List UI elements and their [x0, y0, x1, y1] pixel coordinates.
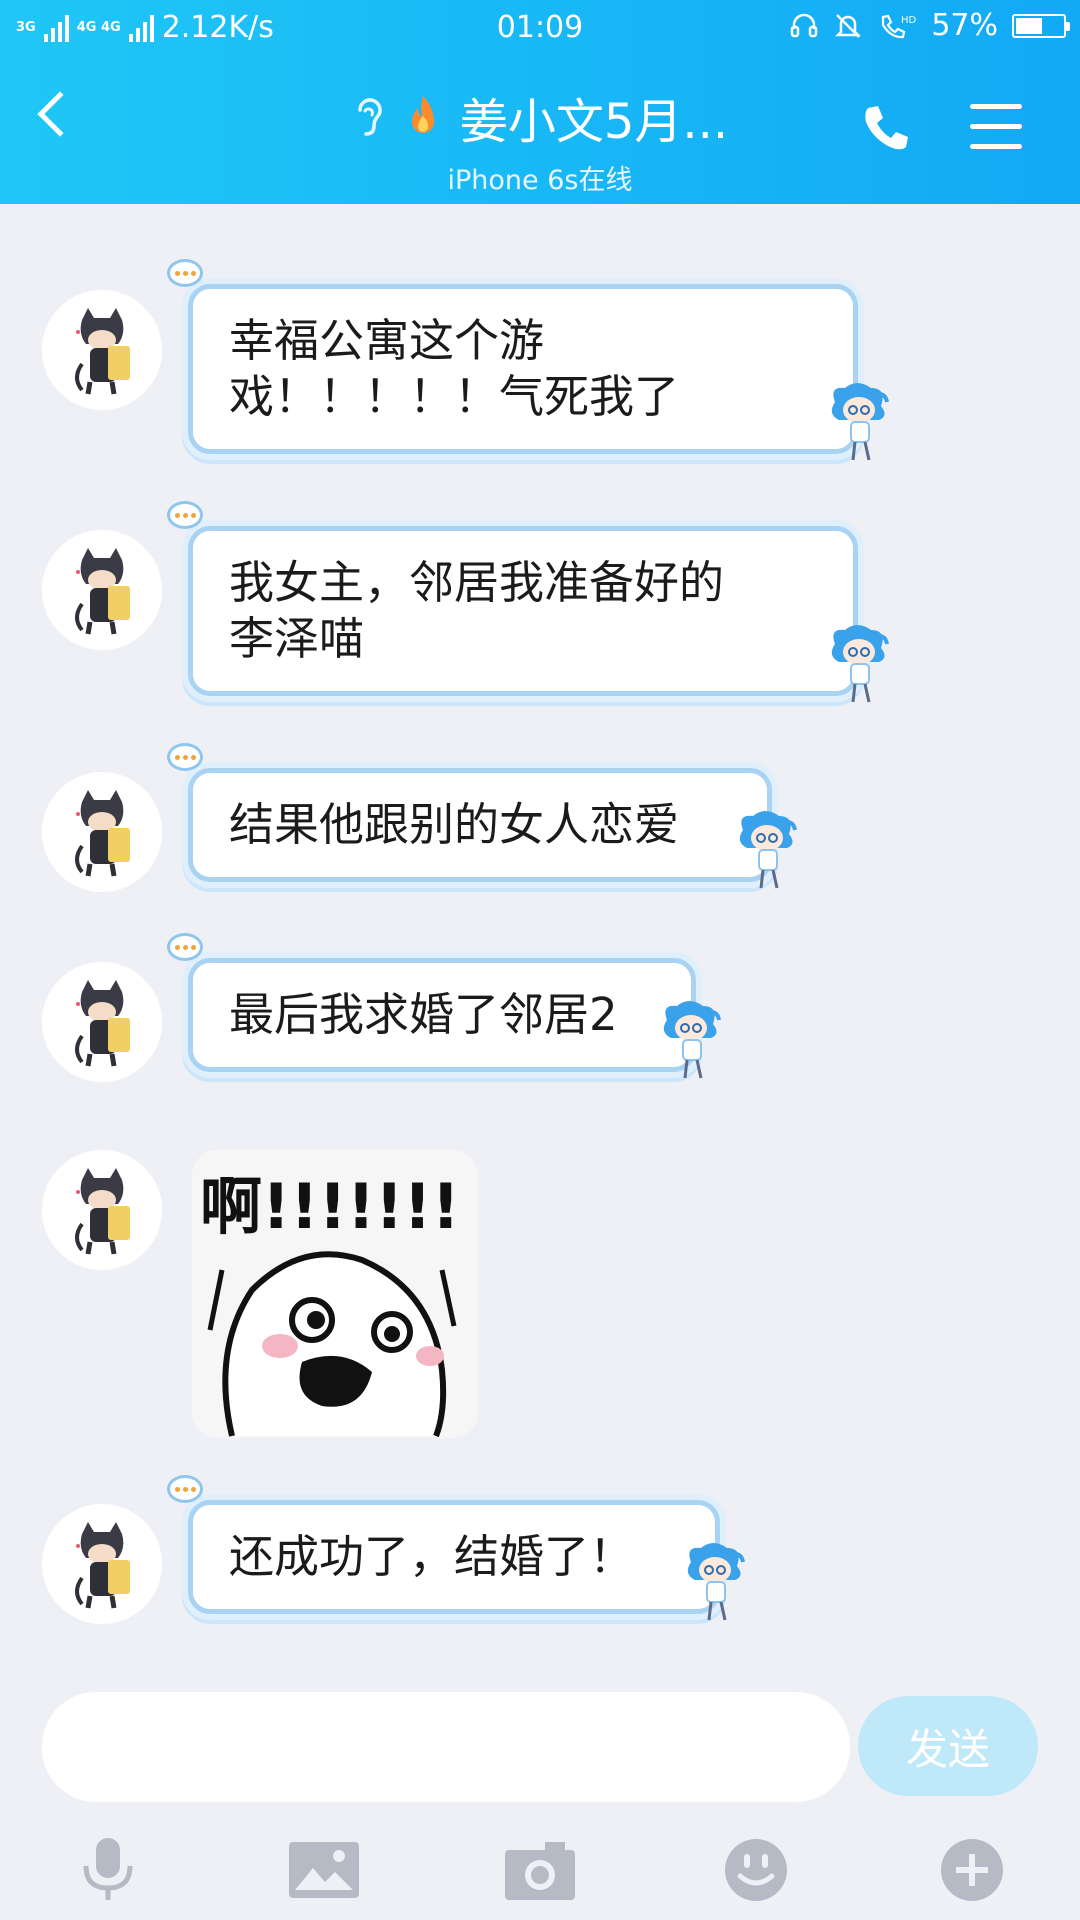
bubble-dots-icon: [167, 743, 203, 771]
chat-header: 3G 4G 4G 2.12K/s 01:09 HD 57% 姜小文5月... i…: [0, 0, 1080, 204]
headset-icon: [791, 13, 818, 37]
emoji-icon: [725, 1839, 787, 1901]
message-text: 幸福公寓这个游 戏！！！！！气死我了: [229, 314, 680, 423]
more-button[interactable]: [932, 1830, 1012, 1910]
bubble-dots-icon: [167, 501, 203, 529]
message-input[interactable]: [42, 1692, 850, 1802]
title-area[interactable]: 姜小文5月... iPhone 6s在线: [0, 82, 1080, 197]
sender-avatar[interactable]: [42, 772, 162, 892]
svg-text:HD: HD: [901, 15, 917, 26]
bell-muted-icon: [835, 13, 862, 38]
image-button[interactable]: [284, 1830, 364, 1910]
message-text: 还成功了，结婚了！: [229, 1530, 635, 1583]
voice-button[interactable]: [68, 1830, 148, 1910]
emoji-button[interactable]: [716, 1830, 796, 1910]
phone-icon: [865, 106, 908, 150]
bubble-dots-icon: [167, 933, 203, 961]
sticker-caption: 啊!!!!!!!: [200, 1170, 460, 1243]
menu-icon: [970, 104, 1022, 109]
chat-title: 姜小文5月...: [459, 94, 729, 150]
sender-avatar[interactable]: [42, 962, 162, 1082]
bubble-dots-icon: [167, 259, 203, 287]
bubble-chibi-decoration: [655, 998, 725, 1095]
sender-avatar[interactable]: [42, 290, 162, 410]
message-bubble[interactable]: 还成功了，结婚了！: [167, 1475, 745, 1621]
phone-call-button[interactable]: [858, 100, 914, 160]
hd-call-icon: HD: [882, 14, 917, 38]
bottom-toolbar: [0, 1820, 1080, 1920]
message-bubble[interactable]: 我女主，邻居我准备好的 李泽喵: [167, 501, 889, 703]
battery-icon: [1012, 13, 1070, 38]
message-bubble[interactable]: 结果他跟别的女人恋爱: [167, 743, 797, 889]
sender-avatar[interactable]: [42, 1150, 162, 1270]
bubble-chibi-decoration: [679, 1540, 749, 1637]
sticker-message[interactable]: 啊!!!!!!!: [192, 1150, 478, 1438]
bubble-chibi-decoration: [823, 380, 893, 477]
message-bubble[interactable]: 幸福公寓这个游 戏！！！！！气死我了: [167, 259, 889, 461]
battery-percent: 57%: [931, 8, 998, 43]
camera-button[interactable]: [500, 1830, 580, 1910]
status-bar: 3G 4G 4G 2.12K/s 01:09 HD 57%: [0, 0, 1080, 60]
bubble-dots-icon: [167, 1475, 203, 1503]
mic-icon: [83, 1838, 133, 1900]
message-text: 我女主，邻居我准备好的 李泽喵: [229, 556, 725, 665]
bubble-chibi-decoration: [731, 808, 801, 905]
status-right: HD 57%: [789, 8, 1070, 43]
image-icon: [289, 1842, 359, 1898]
fire-icon: [411, 96, 434, 133]
sender-avatar[interactable]: [42, 530, 162, 650]
ear-icon: [358, 98, 382, 136]
plus-icon: [941, 1839, 1003, 1901]
send-button[interactable]: 发送: [858, 1696, 1038, 1796]
message-text: 结果他跟别的女人恋爱: [229, 798, 680, 851]
menu-button[interactable]: [970, 104, 1022, 150]
sender-avatar[interactable]: [42, 1504, 162, 1624]
bubble-chibi-decoration: [823, 622, 893, 719]
message-text: 最后我求婚了邻居2: [229, 988, 618, 1041]
chat-subtitle: iPhone 6s在线: [447, 165, 633, 196]
camera-icon: [505, 1842, 575, 1900]
message-bubble[interactable]: 最后我求婚了邻居2: [167, 933, 721, 1079]
